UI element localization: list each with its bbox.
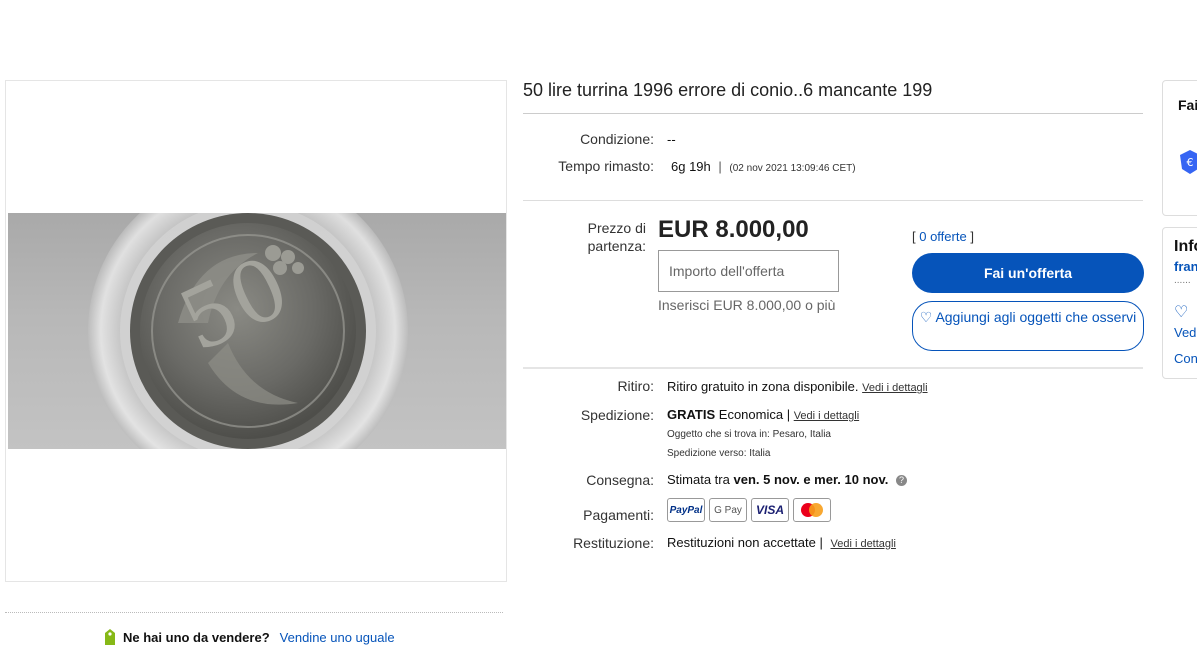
delivery-range: ven. 5 nov. e mer. 10 nov. [733, 472, 889, 487]
mastercard-icon [793, 498, 831, 522]
heart-icon: ♡ [919, 309, 933, 325]
pickup-details-link[interactable]: Vedi i dettagli [862, 382, 927, 394]
start-price: EUR 8.000,00 [658, 216, 809, 243]
seller-name-link[interactable]: fran [1174, 259, 1197, 274]
shipping-value: GRATIS Economica | Vedi i dettagli [667, 407, 859, 422]
google-pay-icon: G Pay [709, 498, 747, 522]
ships-to: Spedizione verso: Italia [667, 448, 771, 459]
seller-info-title: Info [1174, 238, 1197, 255]
seller-dots: ...... [1174, 275, 1191, 286]
watch-button-label: Aggiungi agli oggetti che osservi [935, 309, 1137, 325]
sell-similar-link[interactable]: Vendine uno uguale [280, 630, 395, 645]
end-time: (02 nov 2021 13:09:46 CET) [729, 163, 856, 174]
add-to-watchlist-button[interactable]: ♡ Aggiungi agli oggetti che osservi [912, 301, 1144, 351]
title-divider [523, 113, 1143, 114]
returns-text: Restituzioni non accettate | [667, 535, 823, 550]
help-icon[interactable]: ? [895, 475, 907, 487]
save-seller-heart-icon[interactable]: ♡ [1174, 302, 1188, 322]
offer-divider [523, 367, 1143, 369]
image-gallery[interactable]: 50 [5, 80, 507, 582]
coin-photo[interactable]: 50 [8, 213, 506, 449]
start-price-label: Prezzo di partenza: [587, 220, 646, 254]
view-items-link[interactable]: Ved [1174, 325, 1196, 340]
sell-similar: Ne hai uno da vendere? Vendine uno ugual… [103, 628, 395, 646]
money-back-shield-icon: € [1180, 150, 1197, 174]
sell-question: Ne hai uno da vendere? [123, 629, 270, 645]
bid-hint: Inserisci EUR 8.000,00 o più [658, 297, 836, 313]
payment-methods: PayPal G Pay VISA [667, 498, 831, 522]
bid-amount-input[interactable] [658, 250, 839, 292]
delivery-value: Stimata tra ven. 5 nov. e mer. 10 nov. ? [667, 472, 907, 487]
svg-text:€: € [1187, 156, 1194, 169]
visa-icon: VISA [751, 498, 789, 522]
returns-details-link[interactable]: Vedi i dettagli [830, 538, 895, 550]
offers-count-link[interactable]: 0 offerte [919, 229, 966, 244]
shipping-details-link[interactable]: Vedi i dettagli [794, 410, 859, 422]
offers-count[interactable]: [ 0 offerte ] [912, 229, 974, 244]
delivery-label: Consegna: [586, 472, 654, 488]
contact-link[interactable]: Con [1174, 351, 1197, 366]
payments-label: Pagamenti: [583, 507, 654, 523]
price-tag-icon [105, 629, 115, 645]
seller-card: Fai € [1162, 80, 1197, 216]
shipping-label: Spedizione: [580, 407, 654, 423]
seller-info-card: Info fran ...... ♡ Ved Con [1162, 227, 1197, 379]
pickup-label: Ritiro: [617, 378, 654, 394]
pickup-value: Ritiro gratuito in zona disponibile. Ved… [667, 379, 928, 394]
returns-value: Restituzioni non accettate | Vedi i dett… [667, 535, 896, 550]
returns-label: Restituzione: [573, 535, 654, 551]
paypal-icon: PayPal [667, 498, 705, 522]
shipping-type: Economica | [718, 407, 791, 422]
seller-card-title: Fai [1178, 97, 1197, 113]
item-title: 50 lire turrina 1996 errore di conio..6 … [523, 80, 933, 100]
delivery-prefix: Stimata tra [667, 472, 730, 487]
time-left-value: 6g 19h | (02 nov 2021 13:09:46 CET) [671, 159, 856, 174]
item-location: Oggetto che si trova in: Pesaro, Italia [667, 429, 831, 440]
make-offer-button[interactable]: Fai un'offerta [912, 253, 1144, 293]
condition-label: Condizione: [580, 131, 654, 147]
details-divider [523, 200, 1143, 201]
time-left-label: Tempo rimasto: [558, 158, 654, 174]
condition-value: -- [667, 132, 676, 147]
sell-divider [5, 612, 503, 613]
time-left: 6g 19h [671, 159, 711, 174]
pickup-text: Ritiro gratuito in zona disponibile. [667, 379, 859, 394]
shipping-free: GRATIS [667, 407, 716, 422]
